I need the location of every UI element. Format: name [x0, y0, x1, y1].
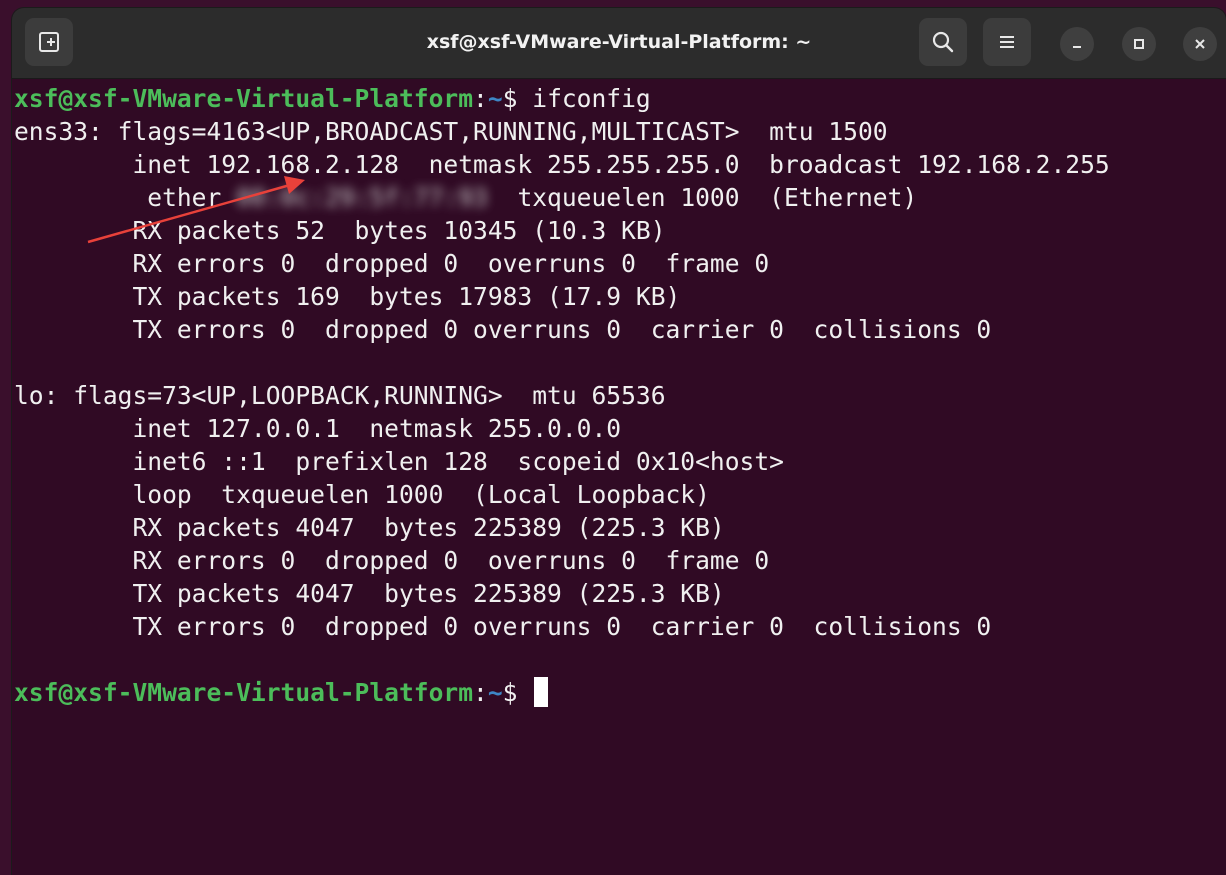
output-line: TX errors 0 dropped 0 overruns 0 carrier… — [14, 315, 992, 344]
minimize-icon — [1073, 46, 1081, 48]
new-tab-button[interactable] — [25, 18, 73, 66]
prompt-separator: : — [473, 84, 488, 113]
output-line: TX packets 4047 bytes 225389 (225.3 KB) — [14, 579, 725, 608]
output-line: RX errors 0 dropped 0 overruns 0 frame 0 — [14, 249, 770, 278]
prompt-path: ~ — [487, 84, 503, 113]
output-line: lo: flags=73<UP,LOOPBACK,RUNNING> mtu 65… — [14, 381, 666, 410]
window-title: xsf@xsf-VMware-Virtual-Platform: ~ — [426, 31, 812, 53]
ether-suffix: txqueuelen 1000 (Ethernet) — [487, 183, 918, 212]
output-line-ether: ether 00:0c:29:5f:77:93 txqueuelen 1000 … — [14, 181, 1226, 214]
output-line: loop txqueuelen 1000 (Local Loopback) — [14, 480, 710, 509]
prompt-line: xsf@xsf-VMware-Virtual-Platform:~$ ifcon… — [14, 82, 1226, 115]
terminal-window: xsf@xsf-VMware-Virtual-Platform: ~ xsf@x… — [12, 8, 1226, 875]
prompt-line-active[interactable]: xsf@xsf-VMware-Virtual-Platform:~$ — [14, 676, 1226, 709]
menu-button[interactable] — [983, 18, 1031, 66]
close-button[interactable] — [1183, 27, 1217, 61]
maximize-button[interactable] — [1122, 27, 1156, 61]
output-line: RX packets 4047 bytes 225389 (225.3 KB) — [14, 513, 725, 542]
output-line: RX packets 52 bytes 10345 (10.3 KB) — [14, 216, 666, 245]
output-line: inet 192.168.2.128 netmask 255.255.255.0… — [14, 150, 1110, 179]
minimize-button[interactable] — [1060, 27, 1094, 61]
prompt-symbol: $ — [502, 84, 533, 113]
maximize-icon — [1134, 39, 1144, 49]
blurred-mac-address: 00:0c:29:5f:77:93 — [236, 183, 488, 212]
close-icon — [1195, 39, 1205, 49]
title-bar[interactable]: xsf@xsf-VMware-Virtual-Platform: ~ — [12, 8, 1226, 79]
text-cursor — [534, 677, 549, 707]
ether-label: ether — [14, 183, 237, 212]
prompt-path: ~ — [487, 678, 503, 707]
hamburger-menu-icon — [1000, 36, 1014, 48]
output-line: RX errors 0 dropped 0 overruns 0 frame 0 — [14, 546, 770, 575]
prompt-symbol: $ — [502, 678, 533, 707]
output-line: inet6 ::1 prefixlen 128 scopeid 0x10<hos… — [14, 447, 784, 476]
command-text: ifconfig — [532, 84, 651, 113]
prompt-separator: : — [473, 678, 488, 707]
search-button[interactable] — [919, 18, 967, 66]
output-line: TX errors 0 dropped 0 overruns 0 carrier… — [14, 612, 992, 641]
terminal-output[interactable]: xsf@xsf-VMware-Virtual-Platform:~$ ifcon… — [14, 82, 1226, 875]
prompt-user: xsf@xsf-VMware-Virtual-Platform — [14, 84, 474, 113]
output-line: ens33: flags=4163<UP,BROADCAST,RUNNING,M… — [14, 117, 888, 146]
new-tab-icon — [39, 32, 59, 52]
search-icon — [932, 31, 954, 53]
prompt-user: xsf@xsf-VMware-Virtual-Platform — [14, 678, 474, 707]
output-line: TX packets 169 bytes 17983 (17.9 KB) — [14, 282, 681, 311]
output-line: inet 127.0.0.1 netmask 255.0.0.0 — [14, 414, 622, 443]
